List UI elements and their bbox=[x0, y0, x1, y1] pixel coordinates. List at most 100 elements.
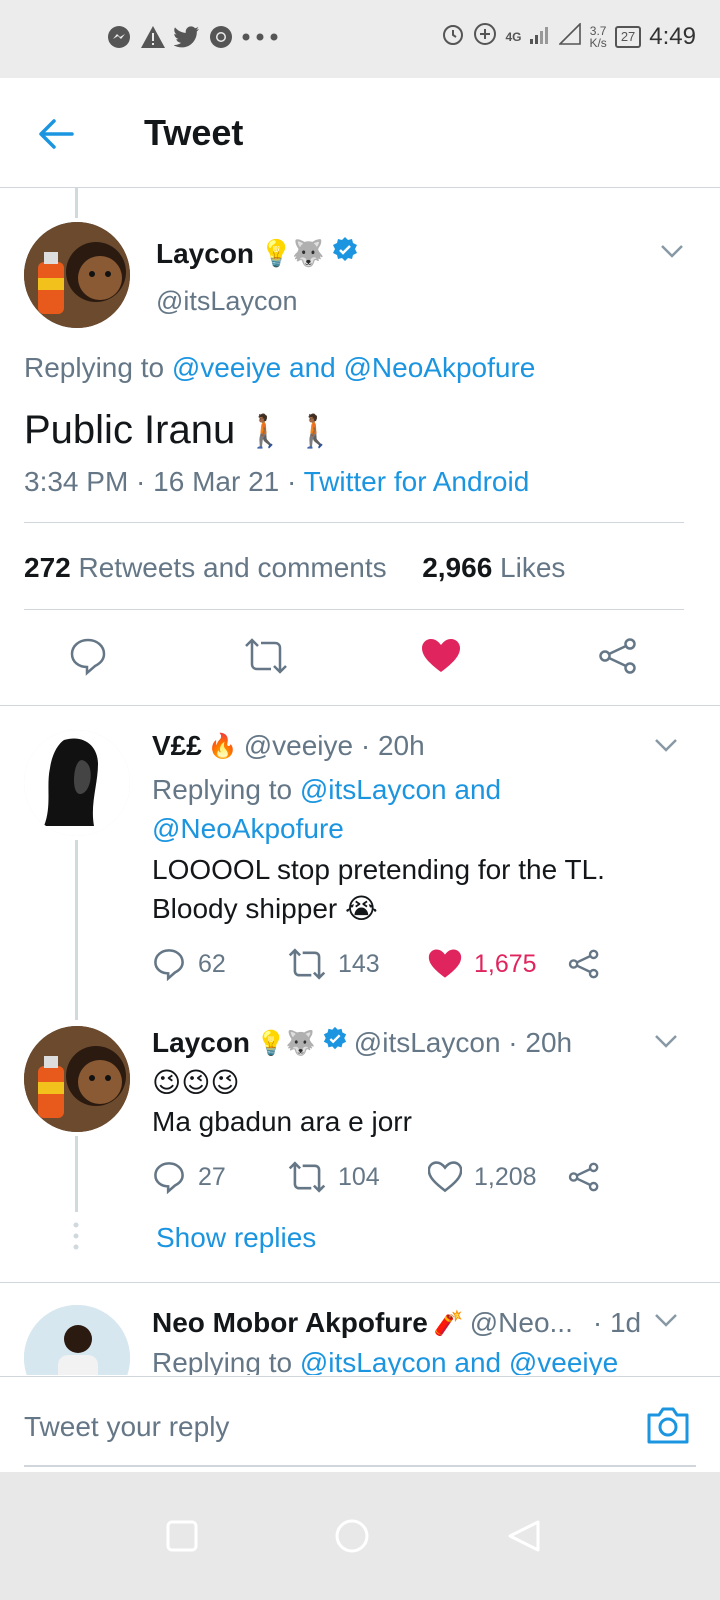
app-header: Tweet bbox=[0, 78, 720, 188]
recents-square-icon[interactable] bbox=[164, 1518, 200, 1554]
alert-icon bbox=[140, 24, 166, 50]
reply-text-emoji: 😭 bbox=[345, 892, 378, 925]
camera-icon[interactable] bbox=[646, 1405, 690, 1445]
reply-menu-chevron-icon[interactable] bbox=[654, 738, 678, 752]
back-triangle-icon[interactable] bbox=[506, 1518, 542, 1554]
divider bbox=[0, 705, 720, 706]
show-replies-link[interactable]: Show replies bbox=[156, 1222, 316, 1254]
chrome-icon bbox=[208, 24, 234, 50]
reply-handle-time: @veeiye · 20h bbox=[243, 730, 425, 761]
reply-header: Laycon 💡🐺 @itsLaycon · 20h bbox=[152, 1026, 572, 1059]
verified-badge-icon bbox=[331, 236, 359, 271]
reply-author-emoji: 💡🐺 bbox=[256, 1028, 316, 1057]
main-tweet-actions bbox=[0, 636, 720, 680]
like-heart-outline-icon bbox=[428, 1161, 462, 1193]
reply-actions: 62 143 1,675 bbox=[152, 946, 622, 982]
system-status: 4G 3.7 K/s 27 4:49 bbox=[441, 22, 696, 51]
back-arrow-icon[interactable] bbox=[36, 114, 76, 154]
reply-composer[interactable]: Tweet your reply bbox=[0, 1376, 720, 1472]
share-icon bbox=[568, 949, 599, 979]
reply-text: 😉😉😉 Ma gbadun ara e jorr bbox=[152, 1066, 412, 1137]
author-name-emoji: 💡🐺 bbox=[260, 238, 325, 269]
tweet-source-link[interactable]: Twitter for Android bbox=[304, 466, 530, 497]
page-title: Tweet bbox=[144, 112, 244, 153]
comment-icon bbox=[154, 949, 184, 981]
tweet-menu-chevron-icon[interactable] bbox=[660, 244, 684, 258]
share-icon bbox=[568, 1162, 599, 1192]
tweet-stats: 272 Retweets and comments 2,966 Likes bbox=[24, 552, 565, 584]
home-circle-icon[interactable] bbox=[334, 1518, 370, 1554]
reply-menu-chevron-icon[interactable] bbox=[654, 1313, 678, 1327]
retweet-icon[interactable] bbox=[244, 638, 288, 678]
reply-header: Neo Mobor Akpofure 🧨 @Neo... · 1d bbox=[152, 1307, 641, 1339]
reply-retweet-button[interactable]: 143 bbox=[288, 946, 380, 982]
reply-author-emoji: 🔥 bbox=[207, 732, 238, 760]
reply-emoji-line: 😉😉😉 bbox=[152, 1066, 240, 1099]
like-heart-icon[interactable] bbox=[421, 638, 461, 678]
twitter-icon bbox=[174, 24, 200, 50]
main-tweet-author[interactable]: Laycon 💡🐺 bbox=[156, 236, 359, 271]
reply-partial: Neo Mobor Akpofure 🧨 @Neo... · 1d Replyi… bbox=[0, 1283, 720, 1375]
reply-header: V££ 🔥 @veeiye · 20h bbox=[152, 730, 425, 762]
reply-author-name[interactable]: V££ bbox=[152, 730, 202, 762]
likes-stat[interactable]: 2,966 Likes bbox=[422, 552, 565, 583]
alarm-icon bbox=[441, 22, 465, 51]
wifi-icon bbox=[558, 22, 582, 50]
comment-icon bbox=[154, 1162, 184, 1194]
main-tweet-text: Public Iranu 🚶🏾 🚶🏾 bbox=[24, 408, 336, 452]
thread-line bbox=[75, 840, 78, 1020]
reply-input[interactable]: Tweet your reply bbox=[24, 1411, 229, 1443]
reply-time: · 1d bbox=[592, 1307, 642, 1338]
reply-handle: @Neo... bbox=[469, 1307, 573, 1338]
reply-comment-button[interactable]: 27 bbox=[152, 1159, 226, 1195]
avatar-veeiye[interactable] bbox=[24, 730, 130, 836]
retweet-icon bbox=[288, 948, 326, 980]
messenger-icon bbox=[106, 24, 132, 50]
reply-retweet-button[interactable]: 104 bbox=[288, 1159, 380, 1195]
avatar-laycon[interactable] bbox=[24, 222, 130, 328]
reply-menu-chevron-icon[interactable] bbox=[654, 1034, 678, 1048]
clock: 4:49 bbox=[649, 22, 696, 50]
reply-icon[interactable] bbox=[68, 636, 108, 676]
reply-actions: 27 104 1,208 bbox=[152, 1159, 622, 1195]
notification-icons bbox=[106, 24, 278, 50]
reply-like-button[interactable]: 1,208 bbox=[428, 1159, 537, 1195]
network-type: 4G bbox=[505, 29, 522, 44]
avatar-neo[interactable] bbox=[24, 1305, 130, 1375]
divider bbox=[24, 522, 684, 523]
data-saver-icon bbox=[473, 22, 497, 51]
avatar-laycon[interactable] bbox=[24, 1026, 130, 1132]
status-bar: 4G 3.7 K/s 27 4:49 bbox=[0, 0, 720, 78]
net-speed: 3.7 K/s bbox=[589, 23, 607, 50]
tweet-timestamp: 3:34 PM · 16 Mar 21 · Twitter for Androi… bbox=[24, 466, 530, 497]
retweet-icon bbox=[288, 1161, 326, 1193]
reply-comment-button[interactable]: 62 bbox=[152, 946, 226, 982]
signal-icon bbox=[529, 23, 551, 50]
reply-author-name[interactable]: Laycon bbox=[152, 1027, 250, 1059]
thread-line bbox=[75, 1136, 78, 1212]
reply-like-button[interactable]: 1,675 bbox=[428, 946, 537, 982]
composer-underline bbox=[24, 1465, 696, 1467]
share-icon[interactable] bbox=[598, 638, 638, 678]
author-handle: @itsLaycon bbox=[156, 286, 298, 316]
replying-to: Replying to @veeiye and @NeoAkpofure bbox=[24, 352, 536, 383]
reply-share-button[interactable] bbox=[568, 946, 600, 982]
thread-line-top bbox=[75, 188, 78, 218]
reply-author-emoji: 🧨 bbox=[433, 1309, 464, 1337]
reply-replying-to: Replying to @itsLaycon and @veeiye bbox=[152, 1347, 619, 1375]
reply-share-button[interactable] bbox=[568, 1159, 600, 1195]
divider bbox=[24, 609, 684, 610]
verified-badge-icon bbox=[322, 1026, 348, 1059]
author-name: Laycon bbox=[156, 237, 255, 269]
battery-indicator: 27 bbox=[614, 25, 642, 48]
tweet-text-emoji: 🚶🏾 🚶🏾 bbox=[245, 411, 336, 450]
more-icon bbox=[242, 24, 278, 50]
system-nav-bar bbox=[0, 1472, 720, 1600]
reply-handle-time: @itsLaycon · 20h bbox=[353, 1026, 573, 1058]
replying-to-links[interactable]: @veeiye and @NeoAkpofure bbox=[172, 352, 536, 383]
reply-replying-to: Replying to @itsLaycon and @NeoAkpofure bbox=[152, 774, 502, 844]
reply-author-name[interactable]: Neo Mobor Akpofure bbox=[152, 1307, 428, 1339]
thread-dots bbox=[73, 1222, 79, 1250]
reply-text: LOOOOL stop pretending for the TL. Blood… bbox=[152, 854, 605, 925]
retweets-stat[interactable]: 272 Retweets and comments bbox=[24, 552, 387, 583]
